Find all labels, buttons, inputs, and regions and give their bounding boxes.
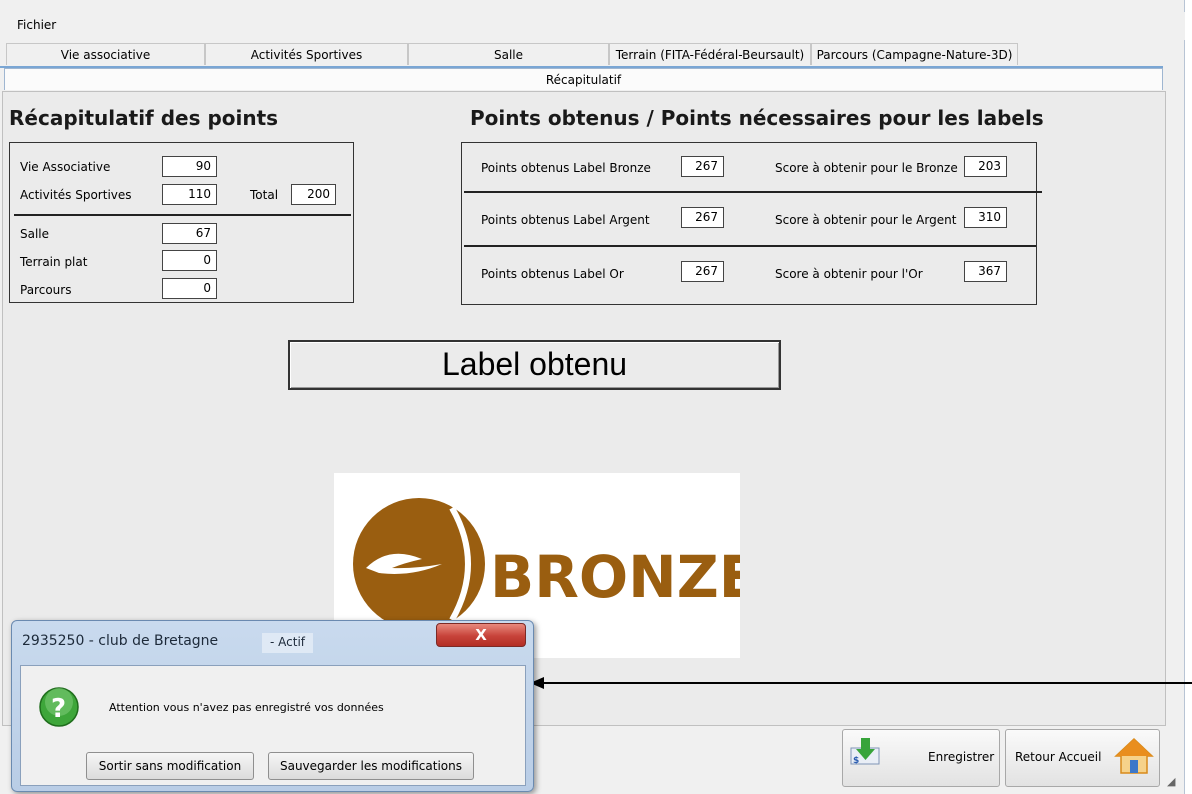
app-window: Fichier Vie associative Activités Sporti… (0, 0, 1192, 794)
parcours-field[interactable]: 0 (162, 278, 217, 299)
bronze-divider (464, 191, 1042, 193)
terrain-plat-field[interactable]: 0 (162, 250, 217, 271)
or-obtained-label: Points obtenus Label Or (481, 267, 624, 281)
enregistrer-button[interactable]: $ Enregistrer (842, 729, 1000, 787)
enregistrer-label: Enregistrer (928, 750, 995, 764)
total-label: Total (250, 188, 279, 202)
recap-divider (14, 214, 351, 216)
retour-accueil-button[interactable]: Retour Accueil (1005, 729, 1160, 787)
resize-grip-icon[interactable]: ◢ (1167, 775, 1175, 788)
parcours-label: Parcours (20, 283, 72, 297)
dialog-title: 2935250 - club de Bretagne (22, 633, 219, 649)
activites-sportives-field[interactable]: 110 (162, 184, 217, 205)
dialog-body: ? Attention vous n'avez pas enregistré v… (20, 665, 526, 786)
tab-vie-associative[interactable]: Vie associative (6, 43, 205, 65)
dialog-close-button[interactable]: X (436, 623, 526, 647)
dialog-message: Attention vous n'avez pas enregistré vos… (109, 701, 384, 714)
sortir-sans-modification-button[interactable]: Sortir sans modification (86, 752, 254, 780)
total-field[interactable]: 200 (291, 184, 336, 205)
retour-accueil-label: Retour Accueil (1015, 750, 1102, 764)
bronze-obtained-field[interactable]: 267 (681, 156, 724, 177)
svg-text:?: ? (51, 694, 66, 724)
menu-fichier[interactable]: Fichier (17, 18, 56, 32)
tab-parcours[interactable]: Parcours (Campagne-Nature-3D) (811, 43, 1018, 65)
svg-text:$: $ (853, 756, 859, 766)
label-obtenu-banner: Label obtenu (288, 340, 781, 390)
save-icon: $ (849, 736, 883, 769)
recap-heading: Récapitulatif des points (9, 106, 279, 130)
tab-terrain[interactable]: Terrain (FITA-Fédéral-Beursault) (609, 43, 811, 65)
argent-divider (464, 245, 1036, 247)
tab-salle[interactable]: Salle (408, 43, 609, 65)
argent-obtained-field[interactable]: 267 (681, 207, 724, 228)
question-icon: ? (38, 686, 80, 731)
vie-associative-label: Vie Associative (20, 160, 111, 174)
pointer-arrow (530, 677, 1192, 689)
sauvegarder-modifications-button[interactable]: Sauvegarder les modifications (268, 752, 474, 780)
or-needed-field[interactable]: 367 (964, 261, 1007, 282)
salle-label: Salle (20, 227, 50, 241)
argent-needed-label: Score à obtenir pour le Argent (775, 213, 957, 227)
or-obtained-field[interactable]: 267 (681, 261, 724, 282)
activites-sportives-label: Activités Sportives (20, 188, 132, 202)
or-needed-label: Score à obtenir pour l'Or (775, 267, 923, 281)
labels-box: Points obtenus Label Bronze 267 Score à … (461, 142, 1042, 305)
unsaved-changes-dialog: 2935250 - club de Bretagne - Actif X ? A… (11, 620, 534, 792)
bronze-needed-label: Score à obtenir pour le Bronze (775, 161, 958, 175)
menu-bar: Fichier (0, 12, 1185, 40)
home-icon (1114, 736, 1154, 779)
labels-heading: Points obtenus / Points nécessaires pour… (470, 106, 1044, 130)
argent-needed-field[interactable]: 310 (964, 207, 1007, 228)
vie-associative-field[interactable]: 90 (162, 156, 217, 177)
dialog-status: - Actif (262, 633, 314, 653)
bronze-logo-text: BRONZE (490, 543, 740, 611)
argent-obtained-label: Points obtenus Label Argent (481, 213, 650, 227)
recap-points-box: Vie Associative 90 Activités Sportives 1… (9, 142, 354, 303)
bronze-obtained-label: Points obtenus Label Bronze (481, 161, 651, 175)
tab-recapitulatif[interactable]: Récapitulatif (4, 68, 1163, 90)
terrain-plat-label: Terrain plat (20, 255, 88, 269)
bronze-needed-field[interactable]: 203 (964, 156, 1007, 177)
salle-field[interactable]: 67 (162, 223, 217, 244)
tab-activites-sportives[interactable]: Activités Sportives (205, 43, 408, 65)
